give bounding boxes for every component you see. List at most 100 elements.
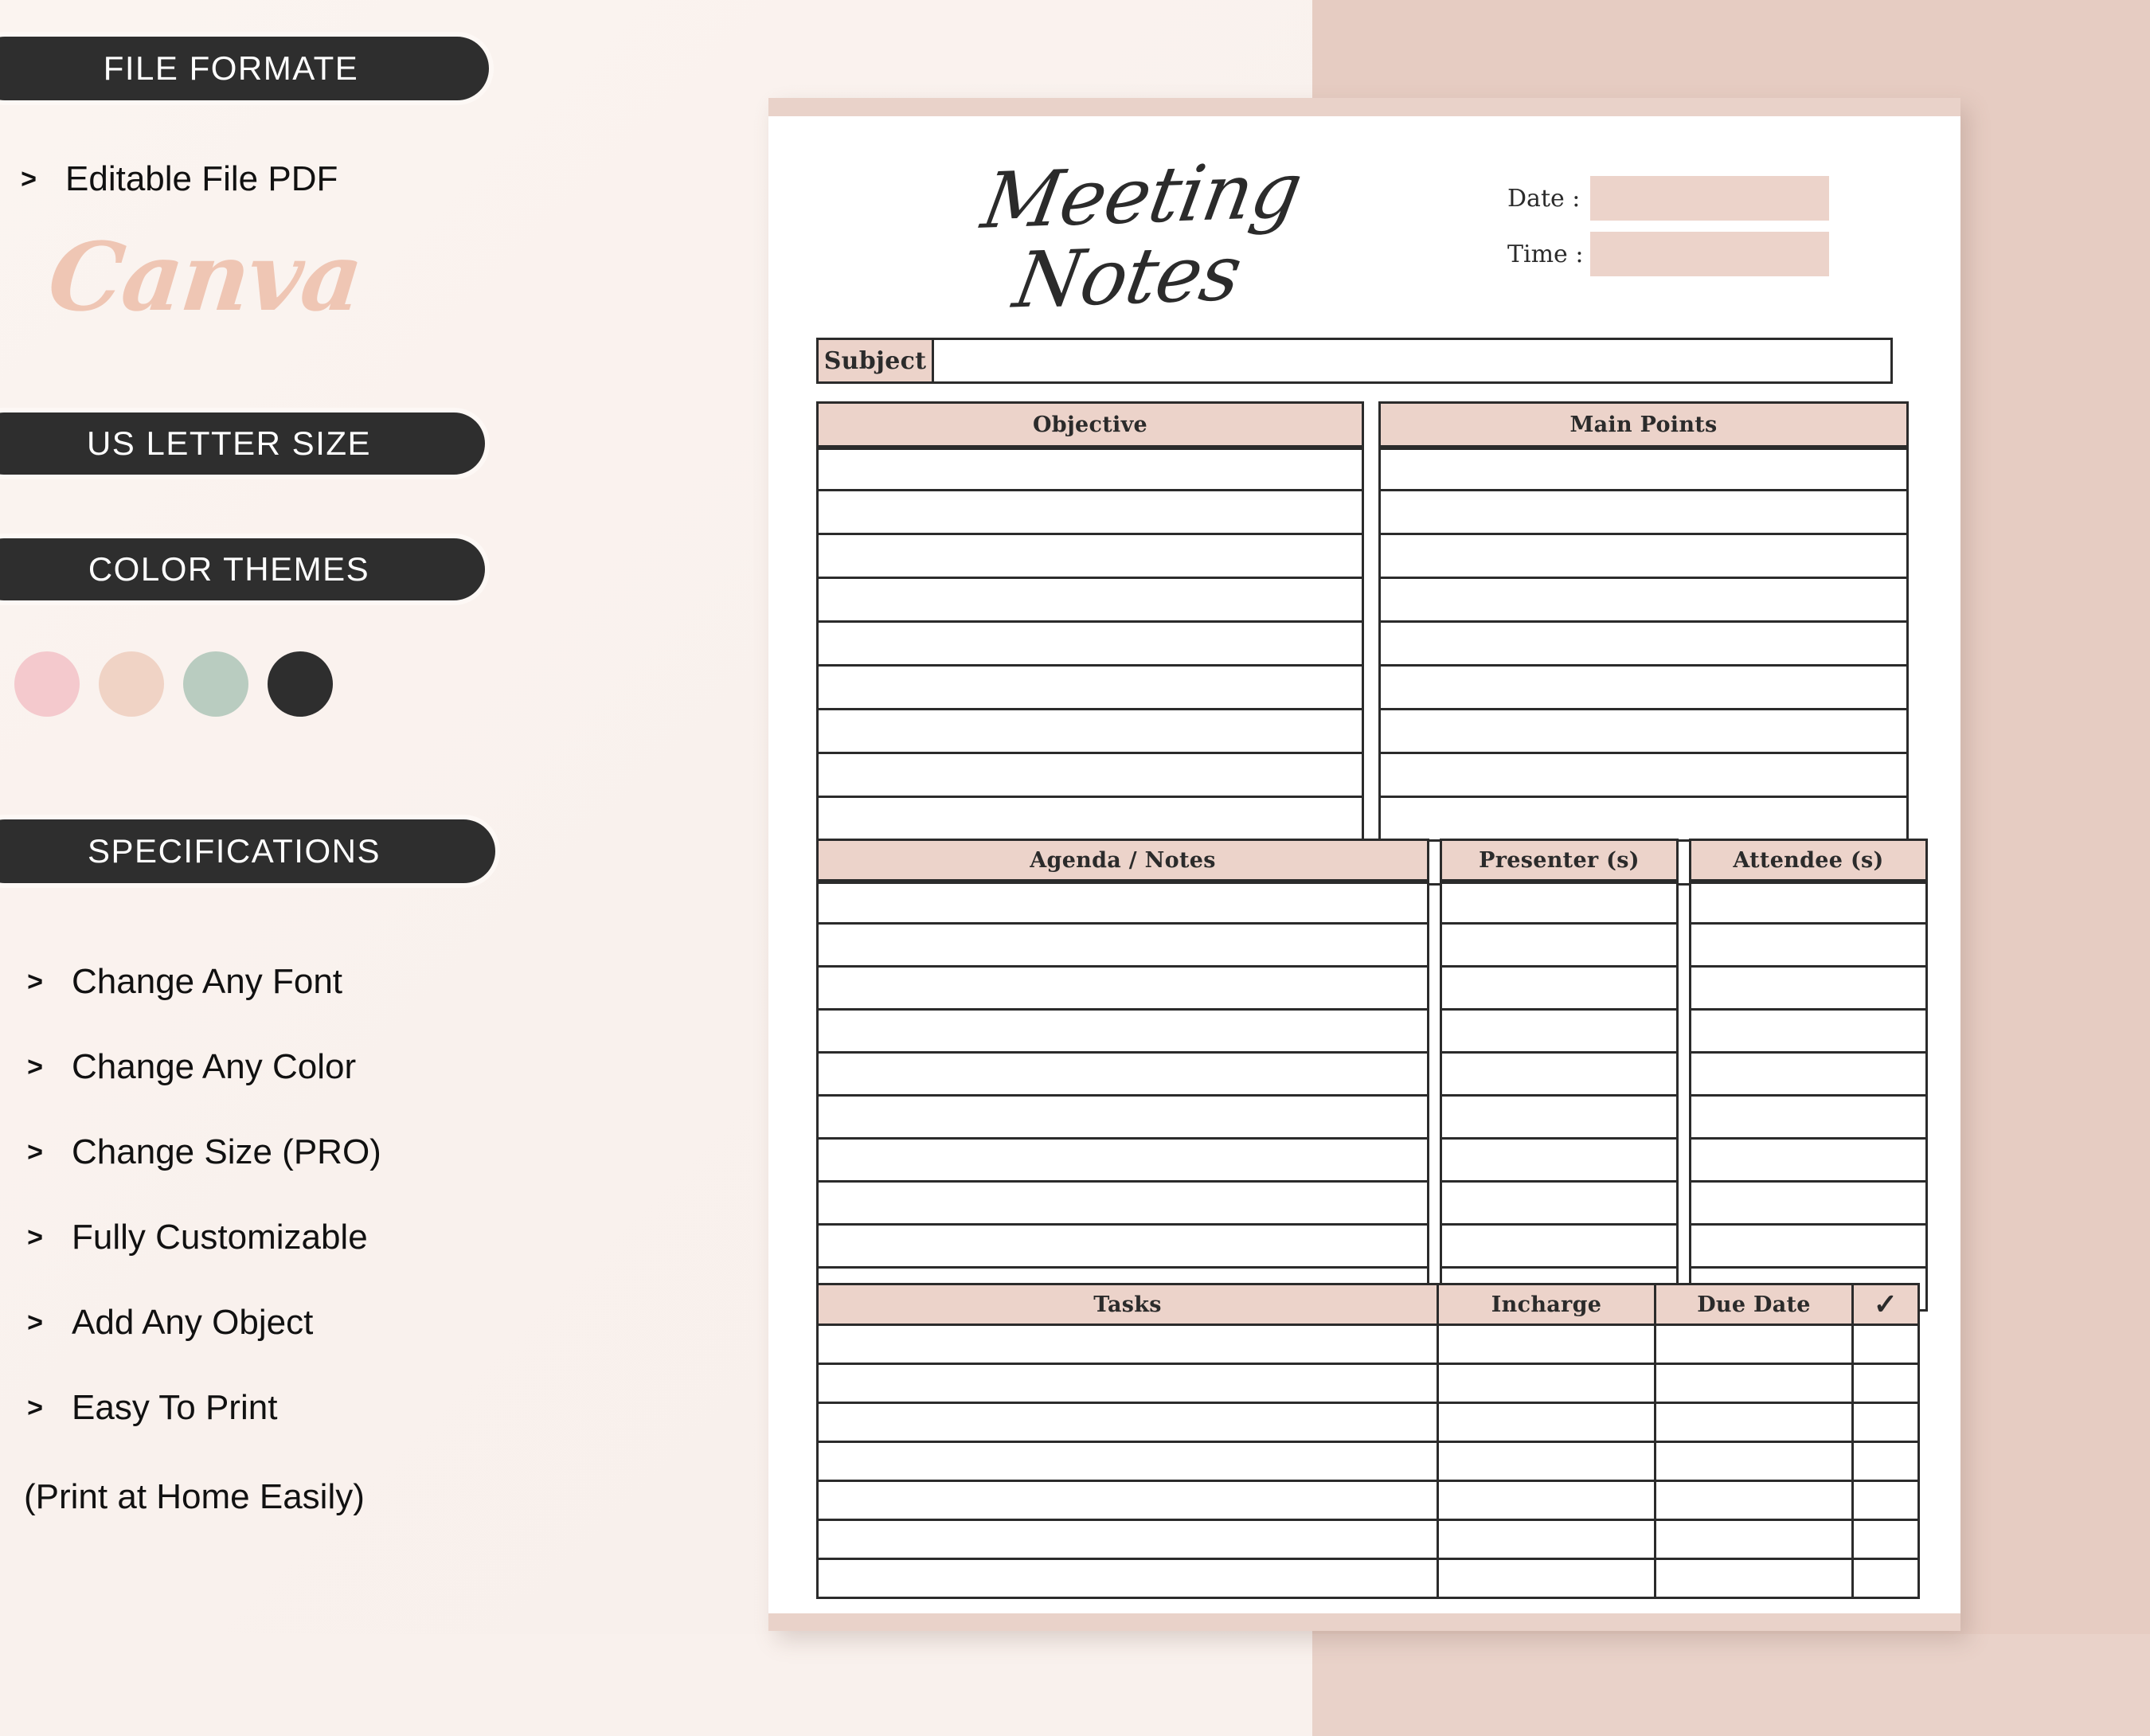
main-points-row[interactable] bbox=[1378, 710, 1909, 754]
incharge-cell[interactable] bbox=[1439, 1404, 1656, 1443]
meeting-notes-page: Meeting Notes Date : Time : Subject Obje… bbox=[768, 98, 1960, 1631]
objective-row[interactable] bbox=[816, 491, 1364, 535]
objective-mainpoints-section: Objective Main Points bbox=[816, 401, 1909, 886]
check-cell[interactable] bbox=[1854, 1560, 1920, 1599]
incharge-cell[interactable] bbox=[1439, 1365, 1656, 1404]
attendee-row[interactable] bbox=[1689, 925, 1928, 968]
objective-row[interactable] bbox=[816, 710, 1364, 754]
presenter-row[interactable] bbox=[1440, 1183, 1679, 1226]
presenter-row[interactable] bbox=[1440, 1011, 1679, 1054]
incharge-cell[interactable] bbox=[1439, 1560, 1656, 1599]
due-date-cell[interactable] bbox=[1656, 1521, 1854, 1560]
attendee-row[interactable] bbox=[1689, 1011, 1928, 1054]
file-format-item: > Editable File PDF bbox=[8, 159, 338, 199]
agenda-row[interactable] bbox=[816, 1183, 1429, 1226]
agenda-row[interactable] bbox=[816, 925, 1429, 968]
check-cell[interactable] bbox=[1854, 1404, 1920, 1443]
objective-row[interactable] bbox=[816, 535, 1364, 579]
main-points-row[interactable] bbox=[1378, 579, 1909, 623]
subject-input[interactable] bbox=[934, 338, 1893, 384]
time-field[interactable] bbox=[1590, 232, 1829, 276]
time-row: Time : bbox=[1507, 232, 1829, 276]
color-swatch-sage[interactable] bbox=[183, 651, 248, 717]
main-points-row[interactable] bbox=[1378, 491, 1909, 535]
due-date-cell[interactable] bbox=[1656, 1560, 1854, 1599]
agenda-row[interactable] bbox=[816, 1226, 1429, 1269]
table-row bbox=[816, 1443, 1920, 1482]
date-row: Date : bbox=[1507, 176, 1829, 221]
task-cell[interactable] bbox=[816, 1365, 1439, 1404]
objective-row[interactable] bbox=[816, 579, 1364, 623]
check-cell[interactable] bbox=[1854, 1443, 1920, 1482]
due-date-cell[interactable] bbox=[1656, 1443, 1854, 1482]
presenter-row[interactable] bbox=[1440, 1226, 1679, 1269]
check-cell[interactable] bbox=[1854, 1326, 1920, 1365]
check-column-header: ✓ bbox=[1854, 1283, 1920, 1326]
main-points-row[interactable] bbox=[1378, 667, 1909, 710]
color-swatch-pink[interactable] bbox=[14, 651, 80, 717]
task-cell[interactable] bbox=[816, 1521, 1439, 1560]
main-points-row[interactable] bbox=[1378, 448, 1909, 491]
presenter-row[interactable] bbox=[1440, 882, 1679, 925]
due-date-cell[interactable] bbox=[1656, 1326, 1854, 1365]
table-row bbox=[816, 1521, 1920, 1560]
objective-row[interactable] bbox=[816, 667, 1364, 710]
due-date-cell[interactable] bbox=[1656, 1404, 1854, 1443]
page-bottom-strip bbox=[768, 1613, 1960, 1631]
task-cell[interactable] bbox=[816, 1443, 1439, 1482]
attendee-row[interactable] bbox=[1689, 968, 1928, 1011]
presenter-row[interactable] bbox=[1440, 1140, 1679, 1183]
tasks-header: Tasks bbox=[816, 1283, 1439, 1326]
main-points-row[interactable] bbox=[1378, 754, 1909, 798]
badge-file-format[interactable]: FILE FORMATE bbox=[0, 32, 494, 105]
attendee-row[interactable] bbox=[1689, 1226, 1928, 1269]
badge-us-letter-size[interactable]: US LETTER SIZE bbox=[0, 408, 490, 479]
checkmark-icon: ✓ bbox=[1873, 1288, 1898, 1321]
incharge-cell[interactable] bbox=[1439, 1521, 1656, 1560]
color-swatch-peach[interactable] bbox=[99, 651, 164, 717]
check-cell[interactable] bbox=[1854, 1482, 1920, 1521]
agenda-row[interactable] bbox=[816, 1097, 1429, 1140]
attendee-row[interactable] bbox=[1689, 1183, 1928, 1226]
task-cell[interactable] bbox=[816, 1482, 1439, 1521]
due-date-cell[interactable] bbox=[1656, 1365, 1854, 1404]
task-cell[interactable] bbox=[816, 1560, 1439, 1599]
presenter-row[interactable] bbox=[1440, 1054, 1679, 1097]
main-points-row[interactable] bbox=[1378, 798, 1909, 842]
attendee-rows bbox=[1689, 882, 1928, 1312]
print-note: (Print at Home Easily) bbox=[24, 1477, 365, 1516]
objective-row[interactable] bbox=[816, 623, 1364, 667]
date-field[interactable] bbox=[1590, 176, 1829, 221]
presenter-row[interactable] bbox=[1440, 925, 1679, 968]
spec-item-label: Change Size (PRO) bbox=[72, 1132, 381, 1171]
incharge-cell[interactable] bbox=[1439, 1443, 1656, 1482]
agenda-row[interactable] bbox=[816, 882, 1429, 925]
page-content: Meeting Notes Date : Time : Subject Obje… bbox=[768, 116, 1960, 1613]
check-cell[interactable] bbox=[1854, 1365, 1920, 1404]
task-cell[interactable] bbox=[816, 1326, 1439, 1365]
incharge-cell[interactable] bbox=[1439, 1326, 1656, 1365]
agenda-row[interactable] bbox=[816, 1011, 1429, 1054]
agenda-row[interactable] bbox=[816, 1054, 1429, 1097]
badge-color-themes[interactable]: COLOR THEMES bbox=[0, 534, 490, 605]
presenter-row[interactable] bbox=[1440, 1097, 1679, 1140]
attendee-row[interactable] bbox=[1689, 1097, 1928, 1140]
chevron-right-icon: > bbox=[27, 1307, 43, 1338]
attendee-row[interactable] bbox=[1689, 882, 1928, 925]
attendee-row[interactable] bbox=[1689, 1054, 1928, 1097]
badge-specifications[interactable]: SPECIFICATIONS bbox=[0, 815, 500, 888]
task-cell[interactable] bbox=[816, 1404, 1439, 1443]
color-swatch-charcoal[interactable] bbox=[268, 651, 333, 717]
objective-row[interactable] bbox=[816, 448, 1364, 491]
objective-row[interactable] bbox=[816, 798, 1364, 842]
main-points-row[interactable] bbox=[1378, 623, 1909, 667]
due-date-cell[interactable] bbox=[1656, 1482, 1854, 1521]
incharge-cell[interactable] bbox=[1439, 1482, 1656, 1521]
agenda-row[interactable] bbox=[816, 1140, 1429, 1183]
agenda-row[interactable] bbox=[816, 968, 1429, 1011]
check-cell[interactable] bbox=[1854, 1521, 1920, 1560]
presenter-row[interactable] bbox=[1440, 968, 1679, 1011]
objective-row[interactable] bbox=[816, 754, 1364, 798]
main-points-row[interactable] bbox=[1378, 535, 1909, 579]
attendee-row[interactable] bbox=[1689, 1140, 1928, 1183]
